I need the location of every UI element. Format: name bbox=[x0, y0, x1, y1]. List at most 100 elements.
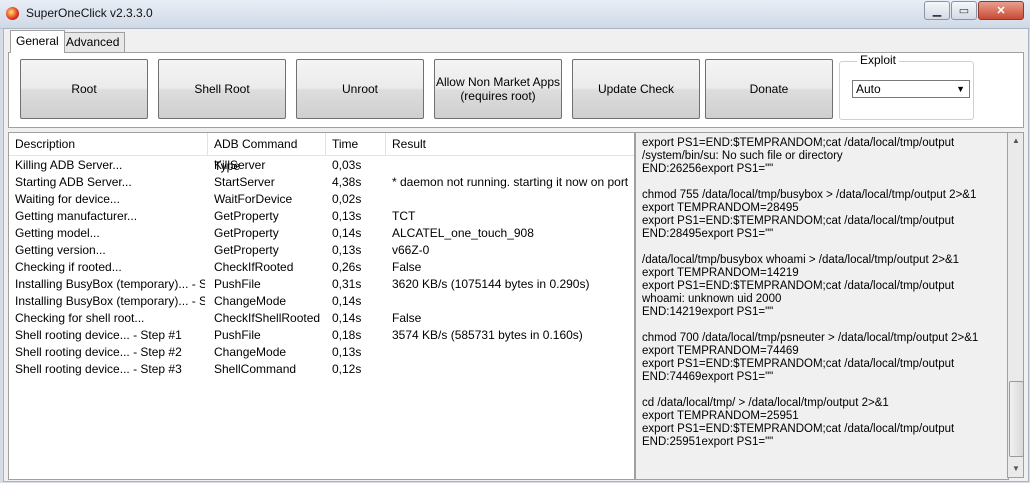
cell-result: TCT bbox=[392, 209, 416, 223]
allow-label-line1: Allow Non Market Apps bbox=[435, 75, 561, 89]
column-header-result[interactable]: Result bbox=[386, 133, 634, 155]
close-icon: ✕ bbox=[996, 5, 1006, 17]
table-row[interactable]: Killing ADB Server... KillServer 0,03s bbox=[9, 157, 634, 174]
cell-description: Starting ADB Server... bbox=[15, 175, 132, 189]
scroll-down-icon[interactable]: ▼ bbox=[1009, 462, 1023, 476]
cell-result bbox=[392, 344, 630, 361]
cell-time: 0,13s bbox=[332, 345, 362, 359]
log-output[interactable]: export PS1=END:$TEMPRANDOM;cat /data/loc… bbox=[635, 132, 1009, 480]
maximize-icon: ▭ bbox=[958, 5, 970, 17]
log-line: export TEMPRANDOM=74469 bbox=[642, 345, 799, 357]
cell-result: 3574 KB/s (585731 bytes in 0.160s) bbox=[392, 328, 583, 342]
command-list[interactable]: Description ADB Command Type Time Result… bbox=[8, 132, 635, 480]
cell-time: 0,14s bbox=[332, 294, 362, 308]
cell-description: Waiting for device... bbox=[15, 192, 120, 206]
table-row[interactable]: Shell rooting device... - Step #2 ChangeM… bbox=[9, 344, 634, 361]
root-button[interactable]: Root bbox=[20, 59, 148, 119]
cell-adb-command-type: ShellCommand bbox=[214, 362, 297, 376]
minimize-icon: ▁ bbox=[932, 5, 942, 17]
table-row[interactable]: Installing BusyBox (temporary)... - Step… bbox=[9, 293, 634, 310]
cell-adb-command-type: GetProperty bbox=[214, 209, 279, 223]
cell-description: Checking if rooted... bbox=[15, 260, 122, 274]
cell-adb-command-type: PushFile bbox=[214, 277, 261, 291]
cell-description: Checking for shell root... bbox=[15, 311, 145, 325]
cell-time: 0,13s bbox=[332, 209, 362, 223]
table-row[interactable]: Getting version... GetProperty 0,13s v66Z-0 bbox=[9, 242, 634, 259]
table-row[interactable]: Starting ADB Server... StartServer 4,38s * … bbox=[9, 174, 634, 191]
cell-time: 0,18s bbox=[332, 328, 362, 342]
log-line: END:28495export PS1="" bbox=[642, 228, 774, 240]
cell-result: ALCATEL_one_touch_908 bbox=[392, 226, 534, 240]
log-line: END:26256export PS1="" bbox=[642, 163, 774, 175]
log-line: export PS1=END:$TEMPRANDOM;cat /data/loc… bbox=[642, 137, 955, 149]
cell-adb-command-type: ChangeMode bbox=[214, 345, 287, 359]
list-header: Description ADB Command Type Time Result bbox=[9, 133, 634, 173]
cell-time: 0,26s bbox=[332, 260, 362, 274]
donate-button[interactable]: Donate bbox=[705, 59, 833, 119]
cell-result: False bbox=[392, 311, 422, 325]
close-button[interactable]: ✕ bbox=[978, 1, 1024, 20]
cell-adb-command-type: CheckIfShellRooted bbox=[214, 311, 321, 325]
cell-time: 0,14s bbox=[332, 311, 362, 325]
table-row[interactable]: Waiting for device... WaitForDevice 0,02s bbox=[9, 191, 634, 208]
log-line: /data/local/tmp/busybox whoami > /data/l… bbox=[642, 254, 960, 266]
cell-description: Shell rooting device... - Step #3 bbox=[15, 362, 182, 376]
update-check-button[interactable]: Update Check bbox=[572, 59, 700, 119]
unroot-button[interactable]: Unroot bbox=[296, 59, 424, 119]
table-row[interactable]: Checking for shell root... CheckIfShellRo… bbox=[9, 310, 634, 327]
table-row[interactable]: Shell rooting device... - Step #1 PushFil… bbox=[9, 327, 634, 344]
cell-adb-command-type: WaitForDevice bbox=[214, 192, 293, 206]
maximize-button[interactable]: ▭ bbox=[951, 1, 977, 20]
cell-time: 0,13s bbox=[332, 243, 362, 257]
cell-result: v66Z-0 bbox=[392, 243, 430, 257]
title-bar[interactable]: SuperOneClick v2.3.3.0 ▁ ▭ ✕ bbox=[0, 0, 1030, 29]
column-header-adb-command-type[interactable]: ADB Command Type bbox=[208, 133, 326, 173]
table-row[interactable]: Checking if rooted... CheckIfRooted 0,26s F… bbox=[9, 259, 634, 276]
log-line: chmod 755 /data/local/tmp/busybox > /dat… bbox=[642, 189, 977, 201]
cell-adb-command-type: GetProperty bbox=[214, 226, 279, 240]
log-line: chmod 700 /data/local/tmp/psneuter > /da… bbox=[642, 332, 979, 344]
cell-description: Installing BusyBox (temporary)... - Step… bbox=[15, 294, 205, 308]
log-line: END:14219export PS1="" bbox=[642, 306, 774, 318]
log-line: export TEMPRANDOM=28495 bbox=[642, 202, 799, 214]
log-line: END:74469export PS1="" bbox=[642, 371, 774, 383]
table-row[interactable]: Getting manufacturer... GetProperty 0,13s T… bbox=[9, 208, 634, 225]
cell-time: 0,31s bbox=[332, 277, 362, 291]
column-header-time[interactable]: Time bbox=[326, 133, 386, 155]
tab-general[interactable]: General bbox=[10, 30, 65, 53]
log-line: cd /data/local/tmp/ > /data/local/tmp/ou… bbox=[642, 397, 889, 409]
scroll-thumb[interactable] bbox=[1009, 381, 1024, 457]
allow-non-market-apps-button[interactable]: Allow Non Market Apps (requires root) bbox=[434, 59, 562, 119]
cell-time: 4,38s bbox=[332, 175, 362, 189]
tab-advanced[interactable]: Advanced bbox=[60, 32, 126, 52]
shell-root-button[interactable]: Shell Root bbox=[158, 59, 286, 119]
table-row[interactable]: Shell rooting device... - Step #3 ShellCo… bbox=[9, 361, 634, 378]
cell-adb-command-type: GetProperty bbox=[214, 243, 279, 257]
exploit-select[interactable]: Auto ▼ bbox=[852, 80, 970, 98]
cell-result: 3620 KB/s (1075144 bytes in 0.290s) bbox=[392, 277, 590, 291]
log-line: END:25951export PS1="" bbox=[642, 436, 774, 448]
minimize-button[interactable]: ▁ bbox=[924, 1, 950, 20]
table-row[interactable]: Installing BusyBox (temporary)... - Step… bbox=[9, 276, 634, 293]
exploit-selected-value: Auto bbox=[856, 82, 881, 96]
cell-time: 0,02s bbox=[332, 192, 362, 206]
app-icon bbox=[6, 7, 19, 20]
column-header-description[interactable]: Description bbox=[9, 133, 208, 155]
cell-result: * daemon not running. starting it now on… bbox=[392, 175, 630, 189]
log-line: export TEMPRANDOM=25951 bbox=[642, 410, 799, 422]
table-row[interactable]: Getting model... GetProperty 0,14s ALCATEL_… bbox=[9, 225, 634, 242]
scroll-up-icon[interactable]: ▲ bbox=[1009, 134, 1023, 148]
dropdown-arrow-icon: ▼ bbox=[956, 84, 965, 94]
cell-result bbox=[392, 293, 630, 310]
window-title: SuperOneClick v2.3.3.0 bbox=[26, 6, 153, 20]
cell-adb-command-type: StartServer bbox=[214, 175, 275, 189]
cell-result bbox=[392, 157, 630, 174]
log-line: export PS1=END:$TEMPRANDOM;cat /data/loc… bbox=[642, 280, 955, 292]
cell-description: Shell rooting device... - Step #1 bbox=[15, 328, 182, 342]
log-line: export PS1=END:$TEMPRANDOM;cat /data/loc… bbox=[642, 358, 955, 370]
cell-description: Shell rooting device... - Step #2 bbox=[15, 345, 182, 359]
cell-adb-command-type: KillServer bbox=[214, 158, 266, 172]
log-scrollbar[interactable]: ▲ ▼ bbox=[1007, 132, 1024, 478]
log-line: /system/bin/su: No such file or director… bbox=[642, 150, 843, 162]
log-line: export PS1=END:$TEMPRANDOM;cat /data/loc… bbox=[642, 423, 955, 435]
